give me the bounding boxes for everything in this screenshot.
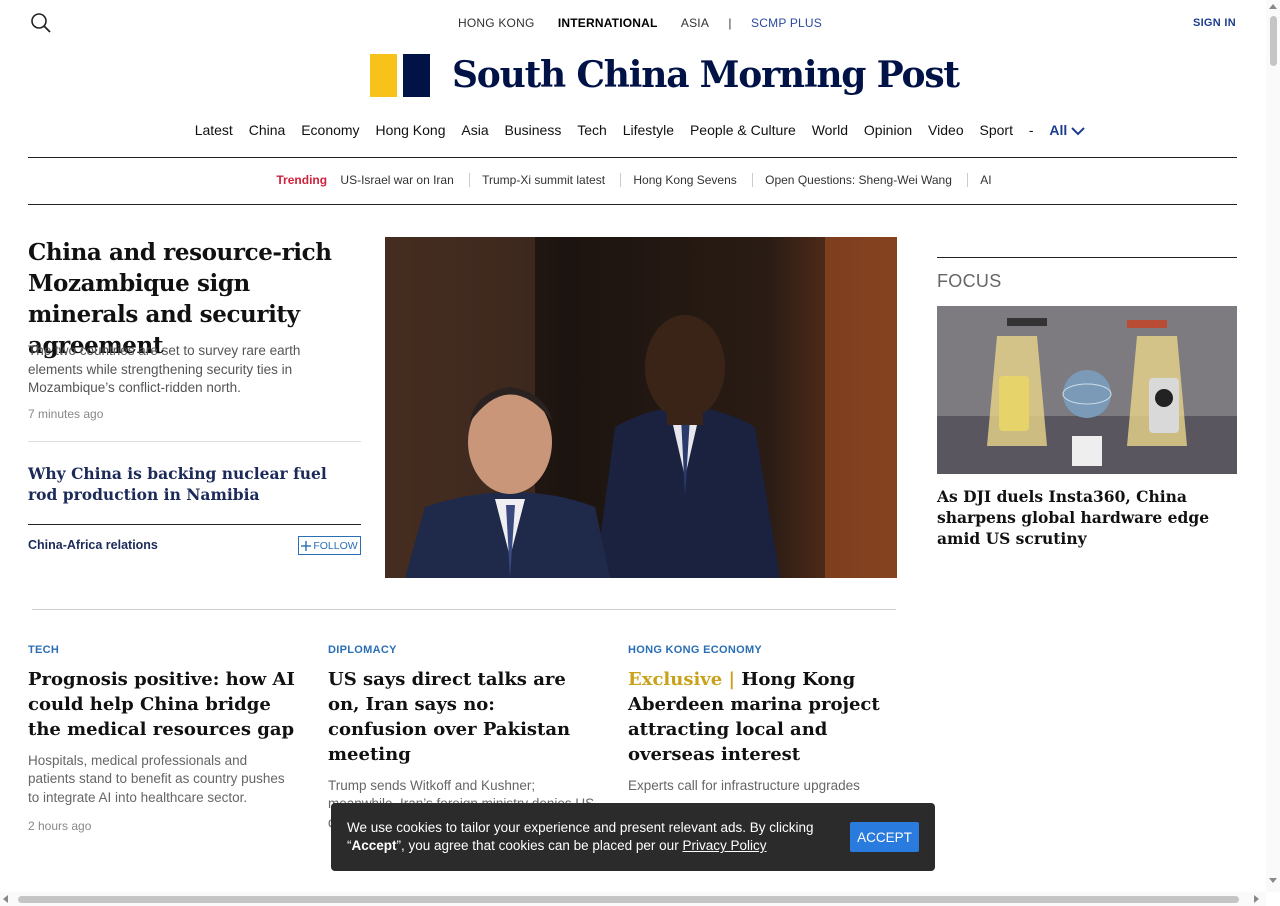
card-headline[interactable]: Exclusive | Hong Kong Aberdeen marina pr…: [628, 667, 898, 767]
card-kicker[interactable]: HONG KONG ECONOMY: [628, 644, 898, 656]
card-summary: Experts call for infrastructure upgrades: [628, 778, 860, 793]
related-headline[interactable]: Why China is backing nuclear fuel rod pr…: [28, 463, 348, 505]
nav-item-sport[interactable]: Sport: [980, 122, 1013, 138]
edition-separator: |: [728, 16, 732, 30]
trending-item[interactable]: Hong Kong Sevens: [620, 173, 748, 187]
logo-navy-block: [403, 53, 430, 97]
lead-photo[interactable]: [385, 237, 897, 578]
nav-item-lifestyle[interactable]: Lifestyle: [623, 122, 674, 138]
main-nav: Latest China Economy Hong Kong Asia Busi…: [0, 122, 1280, 138]
trending-bar: Trending US-Israel war on Iran Trump-Xi …: [0, 173, 1280, 187]
card-kicker[interactable]: TECH: [28, 644, 298, 656]
nav-item-people-culture[interactable]: People & Culture: [690, 122, 796, 138]
nav-item-tech[interactable]: Tech: [577, 122, 607, 138]
nav-item-latest[interactable]: Latest: [195, 122, 233, 138]
trending-label: Trending: [276, 173, 328, 187]
nav-item-hong-kong[interactable]: Hong Kong: [375, 122, 445, 138]
nav-all-menu[interactable]: All: [1049, 122, 1086, 138]
nav-item-china[interactable]: China: [249, 122, 286, 138]
cookie-message: We use cookies to tailor your experience…: [347, 819, 837, 855]
trending-divider: [28, 204, 1237, 205]
nav-dash: -: [1028, 122, 1034, 138]
nav-divider: [28, 157, 1237, 158]
focus-divider: [937, 257, 1237, 258]
cookie-accept-word: Accept: [351, 838, 397, 853]
scroll-left-icon[interactable]: [3, 895, 8, 903]
trending-item[interactable]: AI: [967, 173, 1003, 187]
lead-timestamp: 7 minutes ago: [28, 407, 104, 421]
exclusive-tag: Exclusive |: [628, 669, 736, 690]
card-headline[interactable]: US says direct talks are on, Iran says n…: [328, 667, 598, 767]
cookie-text-after: ”, you agree that cookies can be placed …: [396, 838, 683, 853]
accept-cookies-button[interactable]: ACCEPT: [850, 822, 919, 852]
vertical-scroll-thumb[interactable]: [1270, 16, 1277, 66]
trending-item[interactable]: Open Questions: Sheng-Wei Wang: [752, 173, 964, 187]
site-logo[interactable]: South China Morning Post: [370, 53, 960, 97]
topic-divider: [28, 524, 361, 525]
card-headline[interactable]: Prognosis positive: how AI could help Ch…: [28, 667, 298, 742]
vertical-scrollbar[interactable]: [1266, 0, 1280, 892]
lead-divider: [28, 441, 361, 442]
edition-switcher: HONG KONG INTERNATIONAL ASIA | SCMP PLUS: [0, 16, 1280, 30]
focus-headline[interactable]: As DJI duels Insta360, China sharpens gl…: [937, 486, 1237, 549]
nav-item-economy[interactable]: Economy: [301, 122, 359, 138]
scroll-up-icon[interactable]: [1269, 4, 1277, 9]
card-timestamp: 2 hours ago: [28, 818, 92, 833]
horizontal-scroll-thumb[interactable]: [18, 896, 1239, 903]
scroll-right-icon[interactable]: [1254, 895, 1259, 903]
edition-international[interactable]: INTERNATIONAL: [558, 16, 658, 30]
topic-label[interactable]: China-Africa relations: [28, 538, 158, 552]
cookie-banner: We use cookies to tailor your experience…: [331, 803, 935, 871]
scmp-plus-link[interactable]: SCMP PLUS: [751, 16, 822, 30]
logo-wordmark: South China Morning Post: [452, 54, 960, 96]
focus-label: FOCUS: [937, 271, 1002, 291]
lead-summary: The two countries are set to survey rare…: [28, 343, 301, 395]
chevron-down-icon: [1071, 127, 1086, 136]
card-summary: Hospitals, medical professionals and pat…: [28, 753, 285, 805]
story-card: HONG KONG ECONOMY Exclusive | Hong Kong …: [628, 644, 898, 795]
follow-label: FOLLOW: [313, 539, 358, 552]
nav-item-business[interactable]: Business: [505, 122, 562, 138]
privacy-policy-link[interactable]: Privacy Policy: [682, 838, 766, 853]
plus-icon: [301, 540, 312, 551]
nav-item-video[interactable]: Video: [928, 122, 964, 138]
sign-in-link[interactable]: SIGN IN: [1193, 17, 1236, 29]
follow-button[interactable]: FOLLOW: [298, 536, 361, 555]
scroll-down-icon[interactable]: [1269, 878, 1277, 883]
edition-hong-kong[interactable]: HONG KONG: [458, 16, 534, 30]
horizontal-scrollbar[interactable]: [0, 892, 1266, 906]
logo-yellow-block: [370, 53, 397, 97]
trending-item[interactable]: Trump-Xi summit latest: [469, 173, 617, 187]
section-divider: [32, 609, 896, 610]
edition-asia[interactable]: ASIA: [681, 16, 709, 30]
trending-item[interactable]: US-Israel war on Iran: [340, 173, 465, 187]
nav-item-asia[interactable]: Asia: [461, 122, 488, 138]
focus-illustration[interactable]: [937, 306, 1237, 474]
card-kicker[interactable]: DIPLOMACY: [328, 644, 598, 656]
nav-item-opinion[interactable]: Opinion: [864, 122, 912, 138]
nav-item-world[interactable]: World: [812, 122, 848, 138]
nav-all-label: All: [1049, 122, 1068, 138]
story-card: TECH Prognosis positive: how AI could he…: [28, 644, 298, 833]
